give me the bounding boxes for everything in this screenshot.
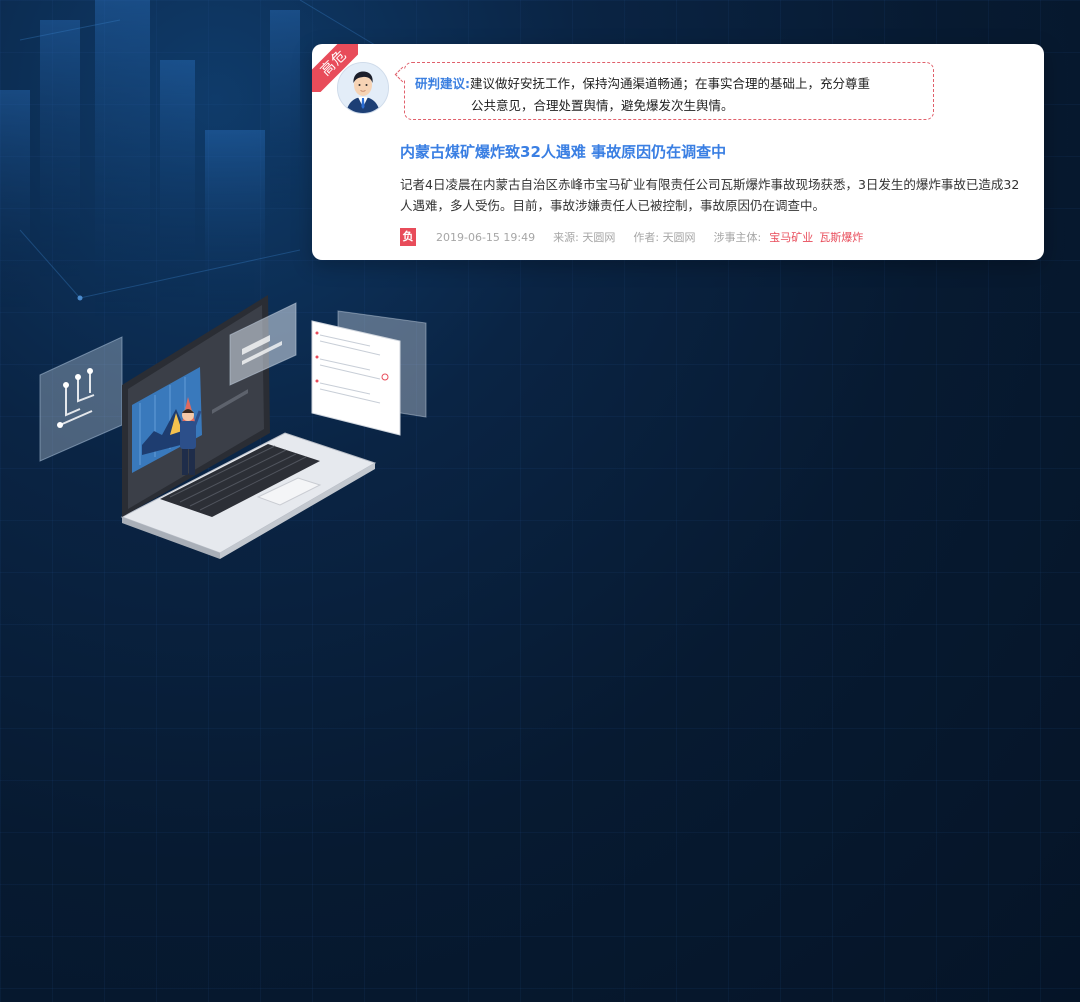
source-label: 来源: [553,231,579,244]
document-sheets [311,310,427,436]
bubble-tail [394,66,411,83]
circuit-panel-icon [39,336,123,462]
subject-tag-1[interactable]: 宝马矿业 [769,229,813,245]
advice-text-line2: 公共意见，合理处置舆情，避免爆发次生舆情。 [471,98,734,113]
author-value: 天圆网 [662,231,696,244]
publish-datetime: 2019-06-15 19:49 [436,230,536,244]
news-meta: 负 2019-06-15 19:49 来源: 天圆网 作者: 天圆网 涉事主体:… [400,227,869,247]
negative-sentiment-badge: 负 [400,228,416,246]
analyst-avatar [337,62,389,114]
subject-label: 涉事主体: [713,231,762,244]
analysis-advice-bubble: 研判建议:建议做好安抚工作，保持沟通渠道畅通；在事实合理的基础上，充分尊重 公共… [394,62,934,120]
advice-label: 研判建议: [415,76,470,91]
subject-tag-2[interactable]: 瓦斯爆炸 [819,229,863,245]
source: 来源: 天圆网 [553,229,615,245]
analyst-avatar-icon [338,63,388,113]
news-title-link[interactable]: 内蒙古煤矿爆炸致32人遇难 事故原因仍在调查中 [400,141,726,162]
advice-text-line1: 建议做好安抚工作，保持沟通渠道畅通；在事实合理的基础上，充分尊重 [470,76,871,91]
author-label: 作者: [633,231,660,244]
news-card[interactable]: 高危 研判建议:建议做好安抚工作，保持沟通渠道畅通；在事实合理的基础上，充分尊重… [312,44,1044,260]
author: 作者: 天圆网 [633,229,695,245]
news-summary: 记者4日凌晨在内蒙古自治区赤峰市宝马矿业有限责任公司瓦斯爆炸事故现场获悉，3日发… [400,177,1020,213]
source-value: 天圆网 [582,231,616,244]
laptop-analytics-illustration [39,295,427,559]
